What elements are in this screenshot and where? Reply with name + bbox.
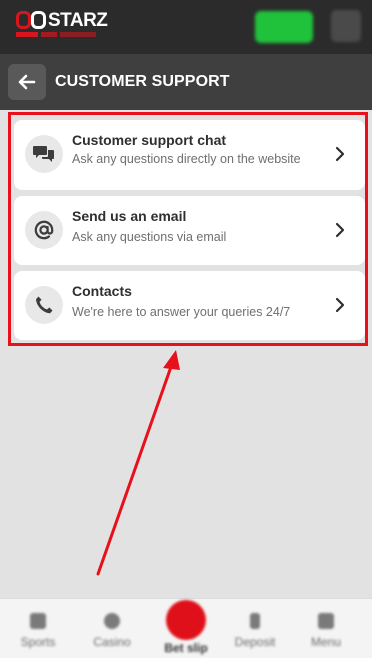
nav-item-sports[interactable]: Sports: [6, 609, 70, 655]
nav-item-label: Casino: [93, 635, 131, 649]
logo-tagline: [16, 32, 98, 38]
support-item-title: Contacts: [72, 283, 132, 299]
phone-icon: [25, 286, 63, 324]
nav-item-deposit[interactable]: Deposit: [223, 609, 287, 655]
chat-icon: [25, 135, 63, 173]
page-title: CUSTOMER SUPPORT: [55, 73, 230, 90]
chevron-right-icon: [335, 146, 345, 162]
logo-88-mark: [16, 11, 48, 31]
chevron-right-icon: [335, 297, 345, 313]
nav-item-casino[interactable]: Casino: [80, 609, 144, 655]
brand-logo[interactable]: STARZ: [16, 11, 126, 41]
support-item-chat[interactable]: Customer support chat Ask any questions …: [14, 120, 365, 190]
grid-icon: [318, 613, 334, 629]
nav-item-label: Sports: [20, 635, 56, 649]
top-header: STARZ: [0, 0, 372, 54]
back-button[interactable]: [8, 64, 46, 100]
logo-text: STARZ: [48, 10, 108, 31]
chevron-right-icon: [335, 222, 345, 238]
bet-slip-label: Bet slip: [164, 641, 208, 655]
support-item-title: Customer support chat: [72, 132, 227, 148]
bet-slip-button[interactable]: [166, 600, 206, 640]
trophy-icon: [30, 613, 46, 629]
nav-item-label: Menu: [310, 635, 342, 649]
login-button[interactable]: [255, 11, 313, 43]
support-item-description: We're here to answer your queries 24/7: [72, 305, 291, 319]
support-item-title: Send us an email: [72, 208, 187, 224]
at-icon: [25, 211, 63, 249]
support-item-description: Ask any questions directly on the websit…: [72, 152, 301, 166]
back-arrow-icon: [18, 74, 36, 90]
nav-item-label: Deposit: [234, 635, 276, 649]
support-item-description: Ask any questions via email: [72, 230, 227, 244]
nav-item-menu[interactable]: Menu: [294, 609, 358, 655]
support-item-contacts[interactable]: Contacts We're here to answer your queri…: [14, 271, 365, 340]
logo-wordmark: STARZ: [16, 10, 108, 31]
dollar-icon: [250, 613, 260, 629]
header-menu-button[interactable]: [331, 10, 361, 42]
support-item-email[interactable]: Send us an email Ask any questions via e…: [14, 196, 365, 265]
support-options-list: Customer support chat Ask any questions …: [8, 112, 368, 346]
chip-icon: [104, 613, 120, 629]
title-bar: CUSTOMER SUPPORT: [0, 54, 372, 110]
